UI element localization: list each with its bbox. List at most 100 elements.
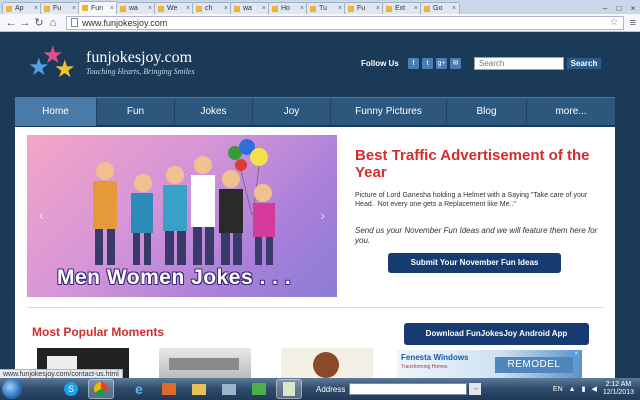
- browser-tab[interactable]: Tu ×: [306, 2, 346, 14]
- notepad-icon[interactable]: [276, 379, 302, 399]
- ad-remodel-button[interactable]: REMODEL: [495, 357, 573, 373]
- submit-ideas-button[interactable]: Submit Your November Fun Ideas: [388, 253, 561, 273]
- tab-close-icon[interactable]: ×: [224, 5, 228, 12]
- wrench-menu-icon[interactable]: ≡: [630, 17, 636, 29]
- browser-tab[interactable]: We ×: [154, 2, 194, 14]
- nav-item-blog[interactable]: Blog: [447, 98, 527, 126]
- tab-favicon-icon: [82, 5, 88, 11]
- tab-favicon-icon: [120, 5, 126, 12]
- download-android-app-button[interactable]: Download FunJokesJoy Android App: [404, 323, 589, 345]
- reload-icon[interactable]: ↻: [32, 16, 46, 30]
- tab-close-icon[interactable]: ×: [452, 5, 456, 12]
- tab-close-icon[interactable]: ×: [72, 5, 76, 12]
- twitter-icon[interactable]: t: [422, 58, 433, 69]
- language-indicator[interactable]: EN: [553, 386, 563, 393]
- slider-caption: Men Women Jokes . . .: [57, 266, 292, 289]
- site-header: ★ ★ ★ funjokesjoy.com Touching Hearts, B…: [0, 32, 640, 94]
- browser-tab[interactable]: Fu ×: [40, 2, 80, 14]
- tray-up-arrow-icon[interactable]: ▲: [569, 386, 576, 393]
- section-divider: [27, 307, 603, 308]
- google-plus-icon[interactable]: g+: [436, 58, 447, 69]
- web-page: ★ ★ ★ funjokesjoy.com Touching Hearts, B…: [0, 32, 640, 378]
- address-bar[interactable]: www.funjokesjoy.com ☆: [65, 15, 624, 30]
- system-clock[interactable]: 2:12 AM 12/1/2013: [603, 381, 634, 397]
- tab-close-icon[interactable]: ×: [148, 5, 152, 12]
- tab-favicon-icon: [310, 5, 316, 12]
- windows-taskbar: S e Address → EN ▲ ▮ ◀ 2:12 AM 12/1/2013: [0, 378, 640, 400]
- minimize-icon[interactable]: –: [598, 4, 612, 14]
- tab-favicon-icon: [6, 5, 12, 12]
- internet-explorer-icon[interactable]: e: [126, 379, 152, 399]
- file-explorer-icon[interactable]: [186, 379, 212, 399]
- tab-favicon-icon: [386, 5, 392, 12]
- tab-favicon-icon: [234, 5, 240, 12]
- nav-item-funny-pictures[interactable]: Funny Pictures: [331, 98, 447, 126]
- promo-text: Picture of Lord Ganesha holding a Helmet…: [355, 192, 588, 208]
- forward-icon[interactable]: →: [18, 16, 32, 30]
- popular-thumbnail[interactable]: [281, 348, 373, 378]
- address-go-icon[interactable]: →: [469, 383, 482, 395]
- tab-close-icon[interactable]: ×: [338, 5, 342, 12]
- browser-tab[interactable]: Ext ×: [382, 2, 422, 14]
- ad-close-icon[interactable]: ×: [572, 351, 580, 357]
- bookmark-star-icon[interactable]: ☆: [610, 17, 619, 28]
- nav-item-more[interactable]: more...: [527, 98, 615, 126]
- nav-item-joy[interactable]: Joy: [253, 98, 331, 126]
- browser-tab-active[interactable]: Fun ×: [78, 1, 118, 14]
- search-input[interactable]: [474, 57, 564, 70]
- address-bar-url: www.funjokesjoy.com: [81, 17, 168, 28]
- facebook-icon[interactable]: f: [408, 58, 419, 69]
- site-tagline: Touching Hearts, Bringing Smiles: [86, 67, 195, 76]
- tab-favicon-icon: [196, 5, 202, 12]
- home-icon[interactable]: ⌂: [46, 16, 60, 30]
- slider-next-icon[interactable]: ›: [320, 207, 325, 223]
- search-button[interactable]: Search: [566, 57, 602, 70]
- browser-tab[interactable]: Ho ×: [268, 2, 308, 14]
- start-button[interactable]: [2, 379, 22, 399]
- site-logo-text[interactable]: funjokesjoy.com: [86, 49, 192, 67]
- advertisement-banner[interactable]: Fenesta Windows Transforming Homes REMOD…: [397, 350, 582, 378]
- promo-title[interactable]: Best Traffic Advertisement of the Year: [355, 147, 605, 181]
- tab-close-icon[interactable]: ×: [414, 5, 418, 12]
- main-content: ‹ › Men Women Jokes . . . Best Traffic A…: [15, 127, 615, 378]
- nav-item-fun[interactable]: Fun: [97, 98, 175, 126]
- image-slider[interactable]: ‹ › Men Women Jokes . . .: [27, 135, 337, 297]
- ad-brand: Fenesta Windows: [401, 353, 469, 362]
- tab-close-icon[interactable]: ×: [186, 5, 190, 12]
- popular-thumbnail[interactable]: [159, 348, 251, 378]
- follow-us-label: Follow Us: [361, 59, 399, 68]
- skype-icon[interactable]: S: [58, 379, 84, 399]
- address-toolbar-input[interactable]: [349, 383, 468, 395]
- browser-tab[interactable]: ch ×: [192, 2, 232, 14]
- browser-toolbar: ← → ↻ ⌂ www.funjokesjoy.com ☆ ≡: [0, 14, 640, 32]
- nav-item-jokes[interactable]: Jokes: [175, 98, 253, 126]
- volume-icon[interactable]: ◀: [591, 385, 596, 393]
- logo-stars-icon[interactable]: ★ ★ ★: [28, 44, 84, 82]
- back-icon[interactable]: ←: [4, 16, 18, 30]
- browser-tab[interactable]: Go ×: [420, 2, 460, 14]
- media-player-icon[interactable]: [156, 379, 182, 399]
- browser-tab[interactable]: Fu ×: [344, 2, 384, 14]
- clock-time: 2:12 AM: [605, 381, 632, 388]
- browser-tab[interactable]: wa ×: [116, 2, 156, 14]
- photo-viewer-icon[interactable]: [216, 379, 242, 399]
- maximize-icon[interactable]: □: [612, 4, 626, 14]
- network-icon[interactable]: ▮: [582, 385, 586, 393]
- tab-close-icon[interactable]: ×: [300, 5, 304, 12]
- browser-tab[interactable]: wa ×: [230, 2, 270, 14]
- page-icon: [70, 18, 78, 27]
- chrome-icon[interactable]: [88, 379, 114, 399]
- tab-favicon-icon: [348, 5, 354, 12]
- social-icons: f t g+ ✉: [408, 58, 461, 69]
- paint-icon[interactable]: [246, 379, 272, 399]
- tab-close-icon[interactable]: ×: [262, 5, 266, 12]
- nav-item-home[interactable]: Home: [15, 98, 97, 126]
- close-window-icon[interactable]: ×: [626, 4, 640, 14]
- browser-tabstrip: Ap × Fu × Fun × wa × We × ch × wa × Ho × Tu × Fu ×…: [0, 0, 640, 14]
- email-icon[interactable]: ✉: [450, 58, 461, 69]
- browser-tab[interactable]: Ap ×: [2, 2, 42, 14]
- tab-close-icon[interactable]: ×: [376, 5, 380, 12]
- tab-close-icon[interactable]: ×: [34, 5, 38, 12]
- tab-close-icon[interactable]: ×: [110, 5, 114, 12]
- slider-prev-icon[interactable]: ‹: [39, 207, 44, 223]
